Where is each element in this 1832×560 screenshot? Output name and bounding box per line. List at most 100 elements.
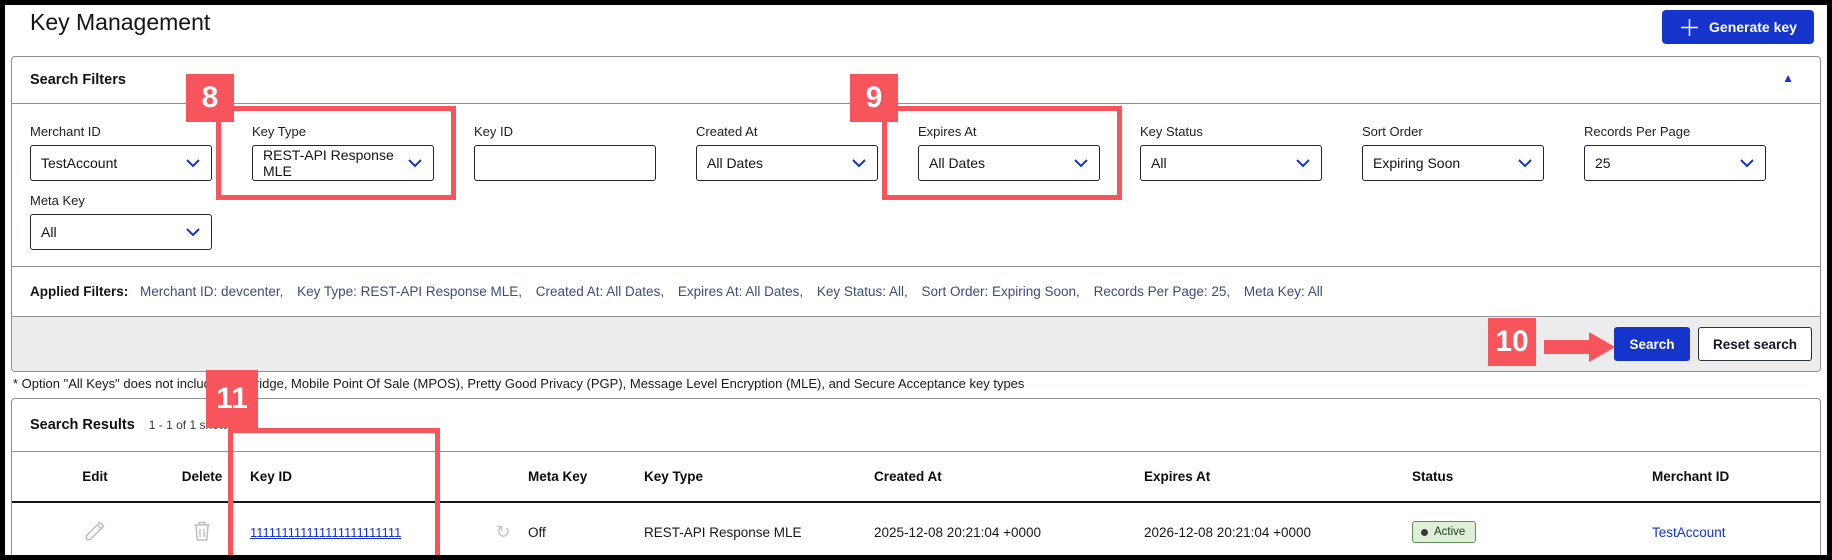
key-id-field: Key ID xyxy=(474,124,696,181)
applied-filters-label: Applied Filters: xyxy=(30,284,129,299)
records-per-page-label: Records Per Page xyxy=(1584,124,1691,139)
key-status-dropdown[interactable]: All xyxy=(1140,145,1322,181)
records-per-page-field: Records Per Page 25 xyxy=(1584,124,1806,181)
search-filters-title: Search Filters xyxy=(30,72,126,88)
chevron-down-icon xyxy=(1296,159,1310,168)
search-filters-header: Search Filters ▲ xyxy=(12,57,1820,103)
callout-arrow-icon xyxy=(1544,340,1589,354)
merchant-id-value: TestAccount xyxy=(41,155,118,171)
key-type-value: REST-API Response MLE xyxy=(263,147,394,179)
trash-icon xyxy=(194,521,210,541)
filters-block: Merchant ID TestAccount Key Type REST-AP… xyxy=(12,104,1820,266)
search-button[interactable]: Search xyxy=(1614,327,1690,361)
meta-key-value: All xyxy=(41,224,57,240)
column-header-edit: Edit xyxy=(82,469,108,484)
records-per-page-value: 25 xyxy=(1595,155,1611,171)
chevron-down-icon xyxy=(186,228,200,237)
chevron-down-icon xyxy=(186,159,200,168)
applied-filter-item: Sort Order: Expiring Soon, xyxy=(921,284,1080,299)
created-at-value: All Dates xyxy=(707,155,764,171)
page-title: Key Management xyxy=(30,9,211,35)
created-at-dropdown[interactable]: All Dates xyxy=(696,145,878,181)
pencil-icon xyxy=(85,520,105,540)
column-header-merchant-id: Merchant ID xyxy=(1652,469,1730,484)
key-status-label: Key Status xyxy=(1140,124,1203,139)
sort-order-dropdown[interactable]: Expiring Soon xyxy=(1362,145,1544,181)
meta-key-field: Meta Key All xyxy=(30,193,1802,250)
expires-at-value: All Dates xyxy=(929,155,986,171)
applied-filters: Applied Filters: Merchant ID: devcenter,… xyxy=(12,267,1820,316)
key-type-dropdown[interactable]: REST-API Response MLE xyxy=(252,145,434,181)
key-status-value: All xyxy=(1151,155,1167,171)
chevron-down-icon xyxy=(408,159,422,168)
all-keys-note: * Option "All Keys" does not include ISV… xyxy=(13,376,1025,391)
key-status-field: Key Status All xyxy=(1140,124,1362,181)
merchant-id-link[interactable]: TestAccount xyxy=(1652,525,1726,540)
search-results-title: Search Results xyxy=(30,417,135,433)
edit-button[interactable] xyxy=(83,519,107,546)
status-badge: Active xyxy=(1412,521,1477,543)
applied-filter-item: Records Per Page: 25, xyxy=(1093,284,1231,299)
search-filters-panel: Search Filters ▲ Merchant ID TestAccount… xyxy=(11,56,1821,372)
chevron-down-icon xyxy=(1740,159,1754,168)
key-id-input[interactable] xyxy=(474,145,656,181)
records-per-page-dropdown[interactable]: 25 xyxy=(1584,145,1766,181)
meta-key-dropdown[interactable]: All xyxy=(30,214,212,250)
expires-at-field: Expires At All Dates xyxy=(918,124,1140,181)
chevron-down-icon xyxy=(852,159,866,168)
search-results-header: Search Results 1 - 1 of 1 shown xyxy=(12,399,1820,451)
callout-step-9: 9 xyxy=(850,74,898,122)
expires-at-dropdown[interactable]: All Dates xyxy=(918,145,1100,181)
column-header-expires-at: Expires At xyxy=(1144,469,1211,484)
table-row: 111111111111111111111111 ↻ Off REST-API … xyxy=(12,503,1820,555)
plus-icon xyxy=(1681,18,1699,36)
applied-filter-item: Key Type: REST-API Response MLE, xyxy=(297,284,522,299)
applied-filter-item: Created At: All Dates, xyxy=(535,284,665,299)
key-type-field: Key Type REST-API Response MLE xyxy=(252,124,474,181)
collapse-icon[interactable]: ▲ xyxy=(1782,72,1794,84)
status-dot-icon xyxy=(1421,528,1428,536)
applied-filter-item: Merchant ID: devcenter, xyxy=(140,284,284,299)
search-results-panel: Search Results 1 - 1 of 1 shown Edit Del… xyxy=(11,398,1821,555)
key-type-cell: REST-API Response MLE xyxy=(644,524,802,540)
expires-at-label: Expires At xyxy=(918,124,977,139)
callout-step-10: 10 xyxy=(1488,318,1536,366)
applied-filter-item: Meta Key: All xyxy=(1243,284,1323,299)
sort-order-value: Expiring Soon xyxy=(1373,155,1461,171)
key-type-label: Key Type xyxy=(252,124,306,139)
callout-arrow-head-icon xyxy=(1589,332,1615,362)
meta-key-label: Meta Key xyxy=(30,193,85,208)
merchant-id-label: Merchant ID xyxy=(30,124,101,139)
expires-at-cell: 2026-12-08 20:21:04 +0000 xyxy=(1144,524,1312,540)
chevron-down-icon xyxy=(1518,159,1532,168)
refresh-icon[interactable]: ↻ xyxy=(495,522,510,543)
generate-key-label: Generate key xyxy=(1709,19,1797,35)
column-header-delete: Delete xyxy=(181,469,223,484)
sort-order-field: Sort Order Expiring Soon xyxy=(1362,124,1584,181)
applied-filter-item: Expires At: All Dates, xyxy=(677,284,804,299)
column-header-key-id: Key ID xyxy=(250,469,293,484)
merchant-id-dropdown[interactable]: TestAccount xyxy=(30,145,212,181)
status-text: Active xyxy=(1434,526,1466,538)
generate-key-button[interactable]: Generate key xyxy=(1662,10,1814,44)
key-id-link[interactable]: 111111111111111111111111 xyxy=(250,525,401,540)
column-header-meta-key: Meta Key xyxy=(528,469,588,484)
applied-filter-item: Key Status: All, xyxy=(816,284,908,299)
merchant-id-field: Merchant ID TestAccount xyxy=(30,124,252,181)
key-management-page: Key Management Generate key Search Filte… xyxy=(0,0,1832,560)
meta-key-cell: Off xyxy=(528,524,546,540)
delete-button[interactable] xyxy=(191,519,213,546)
created-at-field: Created At All Dates xyxy=(696,124,918,181)
column-header-created-at: Created At xyxy=(874,469,942,484)
key-id-label: Key ID xyxy=(474,124,514,139)
created-at-label: Created At xyxy=(696,124,758,139)
callout-step-8: 8 xyxy=(186,74,234,122)
column-header-status: Status xyxy=(1412,469,1454,484)
callout-step-11: 11 xyxy=(206,370,258,428)
chevron-down-icon xyxy=(1074,159,1088,168)
column-header-key-type: Key Type xyxy=(644,469,704,484)
results-table-header: Edit Delete Key ID Meta Key Key Type Cre… xyxy=(12,452,1820,503)
sort-order-label: Sort Order xyxy=(1362,124,1423,139)
created-at-cell: 2025-12-08 20:21:04 +0000 xyxy=(874,524,1042,540)
reset-search-button[interactable]: Reset search xyxy=(1698,327,1812,361)
